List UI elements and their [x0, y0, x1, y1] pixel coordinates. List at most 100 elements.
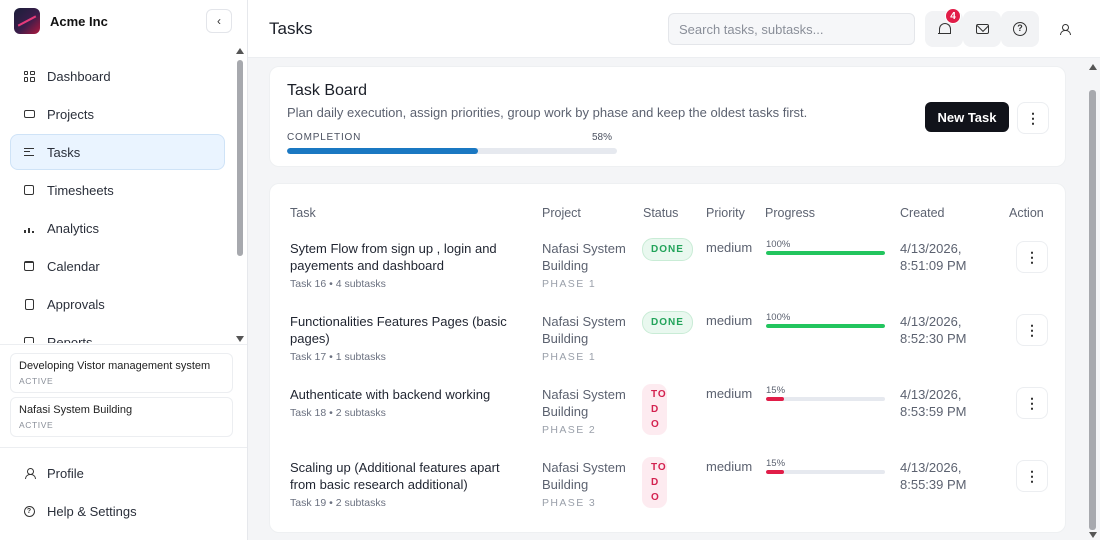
row-action-button[interactable]: ⋮	[1016, 314, 1048, 346]
top-header: Tasks 4 ?	[248, 0, 1100, 58]
user-icon	[23, 467, 36, 479]
priority-value: medium	[706, 386, 753, 401]
bell-icon	[938, 23, 951, 35]
table-row[interactable]: Functionalities Features Pages (basic pa…	[270, 311, 1067, 386]
progress-fill	[766, 397, 784, 401]
more-vertical-icon: ⋮	[1026, 109, 1040, 126]
sidebar-item-projects[interactable]: Projects	[10, 96, 225, 132]
task-title[interactable]: Authenticate with backend working	[290, 386, 515, 403]
column-header-created[interactable]: Created	[900, 206, 944, 220]
new-task-button[interactable]: New Task	[925, 102, 1009, 132]
more-vertical-icon: ⋮	[1025, 248, 1039, 265]
notifications-button[interactable]: 4	[925, 8, 963, 47]
column-header-progress[interactable]: Progress	[765, 206, 815, 220]
scroll-down-arrow-icon[interactable]	[236, 336, 244, 342]
row-action-button[interactable]: ⋮	[1016, 460, 1048, 492]
sidebar-item-analytics[interactable]: Analytics	[10, 210, 225, 246]
progress-percent: 15%	[766, 458, 786, 469]
briefcase-icon	[23, 108, 35, 120]
collapse-sidebar-button[interactable]: ‹	[206, 9, 232, 33]
created-date: 4/13/2026, 8:52:30 PM	[900, 314, 967, 346]
task-title[interactable]: Functionalities Features Pages (basic pa…	[290, 313, 515, 347]
column-header-priority[interactable]: Priority	[706, 206, 745, 220]
board-subtitle: Plan daily execution, assign priorities,…	[287, 105, 808, 120]
progress-fill	[766, 251, 885, 255]
main-scrollbar[interactable]	[1088, 62, 1098, 538]
brand[interactable]: Acme Inc	[14, 8, 108, 34]
sidebar-scrollbar[interactable]	[236, 46, 244, 342]
sidebar-item-reports[interactable]: Reports	[10, 324, 225, 343]
progress-bar	[766, 324, 885, 328]
column-header-task[interactable]: Task	[290, 206, 316, 220]
row-action-button[interactable]: ⋮	[1016, 387, 1048, 419]
board-title: Task Board	[287, 82, 368, 99]
column-header-status[interactable]: Status	[643, 206, 678, 220]
task-meta: Task 19 • 2 subtasks	[290, 497, 386, 509]
sidebar-item-label: Help & Settings	[47, 503, 137, 519]
approvals-icon	[23, 298, 35, 310]
table-row[interactable]: Sytem Flow from sign up , login and paye…	[270, 238, 1067, 313]
sidebar-item-approvals[interactable]: Approvals	[10, 286, 225, 322]
sidebar-item-dashboard[interactable]: Dashboard	[10, 58, 225, 94]
project-name: Nafasi System Building	[542, 241, 626, 273]
sidebar-project-card[interactable]: Developing Vistor management system ACTI…	[10, 353, 233, 393]
list-icon	[23, 146, 35, 158]
row-action-button[interactable]: ⋮	[1016, 241, 1048, 273]
priority-value: medium	[706, 240, 753, 255]
reports-icon	[23, 336, 35, 343]
progress-bar	[766, 251, 885, 255]
calendar-icon	[23, 260, 35, 272]
mail-icon	[975, 24, 989, 34]
sidebar-item-tasks[interactable]: Tasks	[10, 134, 225, 170]
sidebar-item-label: Analytics	[47, 220, 100, 236]
user-menu-button[interactable]	[1045, 11, 1083, 47]
sidebar-item-label: Calendar	[47, 258, 100, 274]
table-row[interactable]: Scaling up (Additional features apart fr…	[270, 457, 1067, 532]
completion-label: COMPLETION	[287, 132, 362, 143]
dashboard-icon	[23, 70, 35, 82]
brand-name: Acme Inc	[50, 13, 108, 29]
scroll-up-arrow-icon[interactable]	[1089, 64, 1097, 70]
task-title[interactable]: Sytem Flow from sign up , login and paye…	[290, 240, 515, 274]
priority-value: medium	[706, 459, 753, 474]
scrollbar-thumb[interactable]	[237, 60, 243, 256]
progress-fill	[766, 470, 784, 474]
status-badge: TO DO	[642, 457, 667, 508]
sidebar-item-timesheets[interactable]: Timesheets	[10, 172, 225, 208]
scrollbar-thumb[interactable]	[1089, 90, 1096, 530]
sidebar-item-label: Dashboard	[47, 68, 111, 84]
status-badge: DONE	[642, 238, 693, 261]
scroll-down-arrow-icon[interactable]	[1089, 532, 1097, 538]
task-board-card: Task Board Plan daily execution, assign …	[269, 66, 1066, 167]
chevron-left-icon: ‹	[217, 14, 221, 28]
sidebar-item-help-settings[interactable]: ? Help & Settings	[10, 493, 225, 529]
sidebar-item-profile[interactable]: Profile	[10, 455, 225, 491]
task-title[interactable]: Scaling up (Additional features apart fr…	[290, 459, 515, 493]
user-icon	[1059, 24, 1071, 35]
progress-percent: 100%	[766, 312, 791, 323]
help-icon: ?	[23, 505, 35, 517]
project-status: ACTIVE	[19, 376, 54, 386]
help-button[interactable]: ?	[1001, 11, 1039, 47]
sidebar-item-label: Tasks	[47, 144, 81, 160]
more-vertical-icon: ⋮	[1025, 467, 1039, 484]
created-date: 4/13/2026, 8:53:59 PM	[900, 387, 967, 419]
sidebar-item-label: Reports	[47, 334, 93, 344]
status-badge: TO DO	[642, 384, 667, 435]
board-more-button[interactable]: ⋮	[1017, 102, 1049, 134]
messages-button[interactable]	[963, 11, 1001, 47]
phase-label: PHASE 1	[542, 278, 597, 290]
scroll-up-arrow-icon[interactable]	[236, 48, 244, 54]
task-cell: Functionalities Features Pages (basic pa…	[290, 313, 515, 366]
table-row[interactable]: Authenticate with backend working Task 1…	[270, 384, 1067, 459]
progress-bar	[766, 397, 885, 401]
sidebar-item-calendar[interactable]: Calendar	[10, 248, 225, 284]
project-name: Nafasi System Building	[542, 460, 626, 492]
task-cell: Sytem Flow from sign up , login and paye…	[290, 240, 515, 293]
notification-count-badge: 4	[945, 8, 961, 24]
task-cell: Authenticate with backend working Task 1…	[290, 386, 515, 422]
sidebar-project-card[interactable]: Nafasi System Building ACTIVE	[10, 397, 233, 437]
created-date: 4/13/2026, 8:55:39 PM	[900, 460, 967, 492]
column-header-project[interactable]: Project	[542, 206, 581, 220]
search-input[interactable]	[668, 13, 915, 45]
